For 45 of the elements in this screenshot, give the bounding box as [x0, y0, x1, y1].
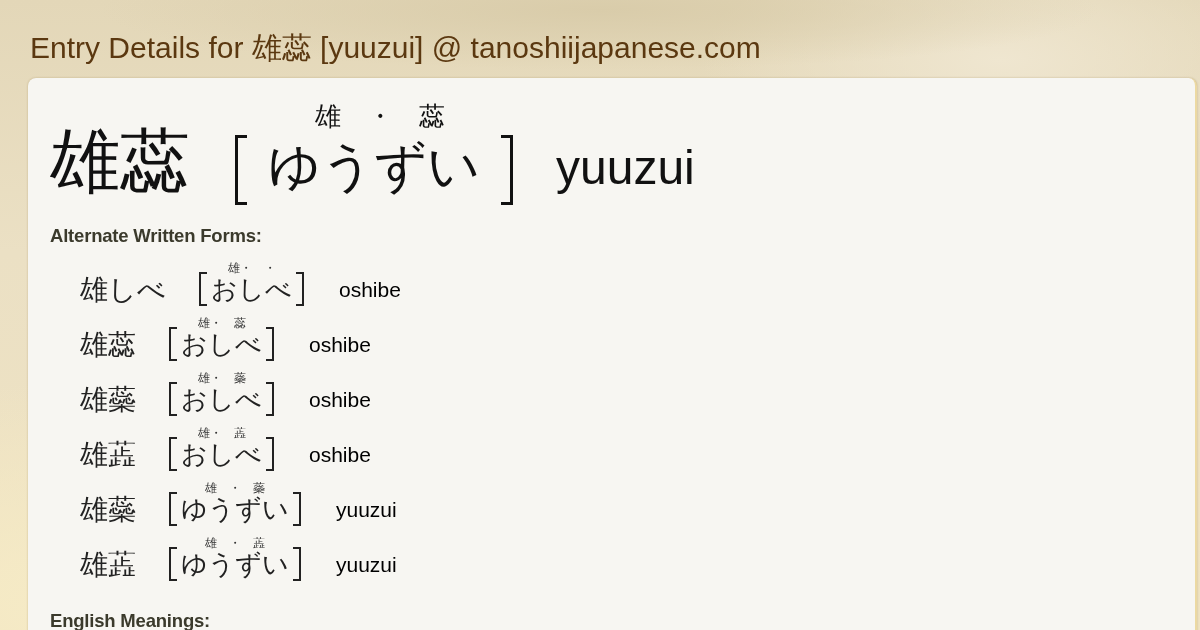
furigana-text: 雄・ ・ — [227, 261, 276, 275]
close-bracket-icon — [266, 382, 274, 416]
close-bracket-icon — [266, 327, 274, 361]
close-bracket-icon — [293, 547, 301, 581]
alternate-reading: ゆうずい — [181, 550, 289, 580]
open-bracket-icon — [169, 547, 177, 581]
close-bracket-icon — [266, 437, 274, 471]
alternate-kanji: 雄蕊 — [80, 330, 136, 360]
alternate-kanji: 雄しべ — [80, 275, 166, 305]
entry-kanji: 雄蕊 — [50, 124, 190, 200]
alternate-romaji: oshibe — [309, 442, 371, 468]
furigana-text: 雄 ・ 蘂 — [205, 481, 265, 495]
alternate-kanji: 雄蘂 — [80, 495, 136, 525]
alternate-reading: おしべ — [181, 385, 262, 415]
open-bracket-icon — [169, 382, 177, 416]
alternate-kanji: 雄蕋 — [80, 550, 136, 580]
alternate-romaji: oshibe — [309, 387, 371, 413]
alternate-reading: ゆうずい — [181, 495, 289, 525]
alternate-kanji: 雄蕋 — [80, 440, 136, 470]
alternate-kanji: 雄蘂 — [80, 385, 136, 415]
alternate-reading: おしべ — [211, 275, 292, 305]
section-heading: English Meanings: — [50, 610, 212, 630]
close-bracket-icon — [293, 492, 301, 526]
open-bracket-icon — [169, 327, 177, 361]
entry-reading: ゆうずい — [268, 137, 480, 197]
section-heading: Alternate Written Forms: — [50, 225, 263, 247]
open-bracket-icon — [169, 437, 177, 471]
alternate-romaji: oshibe — [339, 277, 401, 303]
furigana-text: 雄・ 蕊 — [197, 316, 246, 330]
furigana-text: 雄 ・ 蕊 — [314, 101, 445, 133]
furigana-text: 雄 ・ 蕋 — [205, 536, 265, 550]
open-bracket-icon — [199, 272, 207, 306]
alternate-reading: おしべ — [181, 330, 262, 360]
page-title: Entry Details for 雄蕊 [yuuzui] @ tanoshiijapanese.com — [30, 30, 762, 66]
alternate-romaji: yuuzui — [336, 497, 397, 523]
alternate-romaji: oshibe — [309, 332, 371, 358]
close-bracket-icon — [296, 272, 304, 306]
alternate-reading: おしべ — [181, 440, 262, 470]
alternate-romaji: yuuzui — [336, 552, 397, 578]
close-bracket-icon — [501, 135, 513, 205]
furigana-text: 雄・ 蘂 — [197, 371, 246, 385]
open-bracket-icon — [169, 492, 177, 526]
furigana-text: 雄・ 蕋 — [197, 426, 246, 440]
open-bracket-icon — [235, 135, 247, 205]
entry-romaji: yuuzui — [556, 140, 695, 196]
